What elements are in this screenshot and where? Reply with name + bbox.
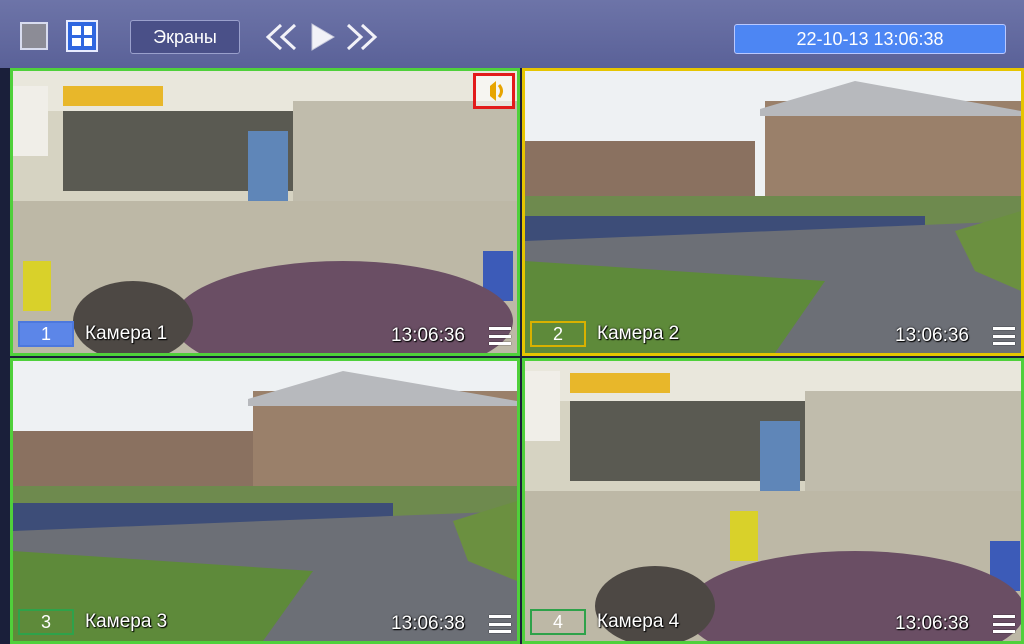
camera-grid: 1 Камера 1 13:06:36 2 Камера 2 13:06:36 [10, 68, 1024, 644]
camera-number-badge: 1 [18, 321, 74, 347]
grid-cell [83, 26, 92, 35]
camera-feed-1 [13, 71, 517, 353]
camera-window-4[interactable]: 4 Камера 4 13:06:38 [522, 358, 1024, 644]
play-icon[interactable] [307, 22, 337, 52]
single-view-button[interactable] [20, 22, 48, 50]
camera-time: 13:06:36 [391, 325, 465, 346]
grid-cell [83, 37, 92, 46]
menu-icon[interactable] [489, 615, 511, 633]
camera-window-1[interactable]: 1 Камера 1 13:06:36 [10, 68, 520, 356]
camera-feed-2 [525, 71, 1021, 353]
toolbar: Экраны 22-10-13 13:06:38 [0, 0, 1024, 68]
grid-view-button[interactable] [66, 20, 98, 52]
camera-name: Камера 1 [85, 323, 168, 344]
camera-number-badge: 3 [18, 609, 74, 635]
speaker-icon [490, 81, 503, 101]
camera-name: Камера 3 [85, 611, 168, 632]
menu-icon[interactable] [489, 327, 511, 345]
camera-window-3[interactable]: 3 Камера 3 13:06:38 [10, 358, 520, 644]
menu-icon[interactable] [993, 327, 1015, 345]
camera-feed-3 [13, 361, 517, 641]
datetime-display: 22-10-13 13:06:38 [734, 24, 1006, 54]
double-chevron-left-icon[interactable] [263, 22, 301, 52]
audio-alert[interactable] [473, 73, 515, 109]
camera-name: Камера 4 [597, 611, 680, 632]
camera-number-badge: 2 [530, 321, 586, 347]
grid-cell [72, 37, 81, 46]
camera-window-2[interactable]: 2 Камера 2 13:06:36 [522, 68, 1024, 356]
camera-time: 13:06:38 [391, 613, 465, 634]
double-chevron-right-icon[interactable] [342, 22, 380, 52]
screens-button[interactable]: Экраны [130, 20, 240, 54]
menu-icon[interactable] [993, 615, 1015, 633]
grid-cell [72, 26, 81, 35]
camera-time: 13:06:36 [895, 325, 969, 346]
camera-feed-4 [525, 361, 1021, 641]
camera-time: 13:06:38 [895, 613, 969, 634]
camera-number-badge: 4 [530, 609, 586, 635]
camera-name: Камера 2 [597, 323, 680, 344]
